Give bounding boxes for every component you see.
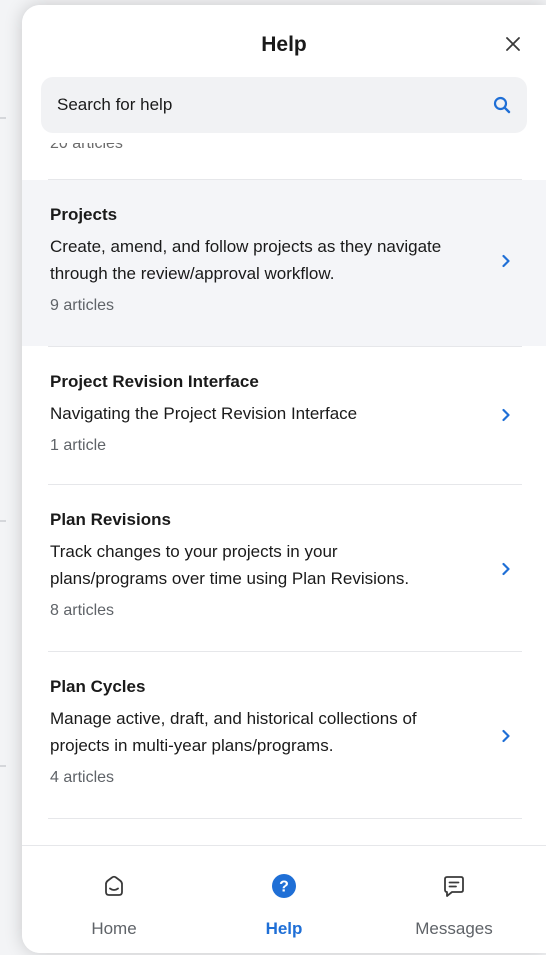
- description-line: Create, amend, and follow projects as th…: [50, 237, 442, 256]
- collection-title: Plan Cycles: [50, 677, 146, 696]
- nav-home[interactable]: Home: [34, 846, 194, 953]
- bottom-nav: Home ? Help Messages: [22, 845, 546, 953]
- description-line: projects in multi-year plans/programs.: [50, 736, 334, 755]
- divider: [48, 818, 522, 819]
- background-divider: [0, 765, 6, 767]
- collection-description: Manage active, draft, and historical col…: [50, 705, 490, 759]
- chevron-right-icon: [498, 561, 514, 577]
- collection-title: Plan Revisions: [50, 510, 171, 529]
- chevron-right-icon: [498, 407, 514, 423]
- nav-messages[interactable]: Messages: [374, 846, 534, 953]
- help-icon: ?: [268, 870, 300, 902]
- chevron-right-icon: [498, 728, 514, 744]
- nav-help[interactable]: ? Help: [204, 846, 364, 953]
- collection-item-plan-cycles[interactable]: Plan Cycles Manage active, draft, and hi…: [22, 652, 546, 818]
- article-count: 4 articles: [50, 769, 115, 786]
- messages-icon: [438, 870, 470, 902]
- search-icon[interactable]: [491, 94, 513, 116]
- help-panel: Help 20 articles Projects Create, amend,…: [22, 5, 546, 953]
- description-line: Navigating the Project Revision Interfac…: [50, 404, 358, 423]
- article-count: 1 article: [50, 437, 107, 454]
- collection-title: Project Revision Interface: [50, 372, 259, 391]
- collections-list: 20 articles Projects Create, amend, and …: [22, 143, 546, 843]
- collection-item-project-revision-interface[interactable]: Project Revision Interface Navigating th…: [22, 347, 546, 484]
- nav-label-messages: Messages: [415, 919, 493, 938]
- description-line: plans/programs over time using Plan Revi…: [50, 569, 410, 588]
- panel-title: Help: [261, 33, 307, 56]
- collection-title: Projects: [50, 205, 118, 224]
- article-count: 9 articles: [50, 297, 115, 314]
- nav-label-home: Home: [91, 919, 137, 938]
- panel-header: Help: [22, 5, 546, 80]
- collection-item-plan-revisions[interactable]: Plan Revisions Track changes to your pro…: [22, 485, 546, 651]
- description-line: through the review/approval workflow.: [50, 264, 335, 283]
- collection-description: Navigating the Project Revision Interfac…: [50, 400, 490, 427]
- close-icon: [506, 37, 520, 51]
- nav-label-help: Help: [265, 919, 303, 938]
- chevron-right-icon: [498, 253, 514, 269]
- background-divider: [0, 117, 6, 119]
- collection-description: Create, amend, and follow projects as th…: [50, 233, 490, 287]
- collection-description: Track changes to your projects in your p…: [50, 538, 490, 592]
- description-line: Manage active, draft, and historical col…: [50, 709, 417, 728]
- search-input[interactable]: [55, 76, 491, 134]
- close-button[interactable]: [498, 29, 528, 59]
- collection-item-projects[interactable]: Projects Create, amend, and follow proje…: [22, 180, 546, 346]
- article-count: 8 articles: [50, 602, 115, 619]
- description-line: Track changes to your projects in your: [50, 542, 338, 561]
- partial-article-count: 20 articles: [50, 143, 123, 152]
- search-box: [41, 76, 527, 134]
- background-divider: [0, 520, 6, 522]
- home-icon: [98, 870, 130, 902]
- svg-text:?: ?: [279, 879, 289, 896]
